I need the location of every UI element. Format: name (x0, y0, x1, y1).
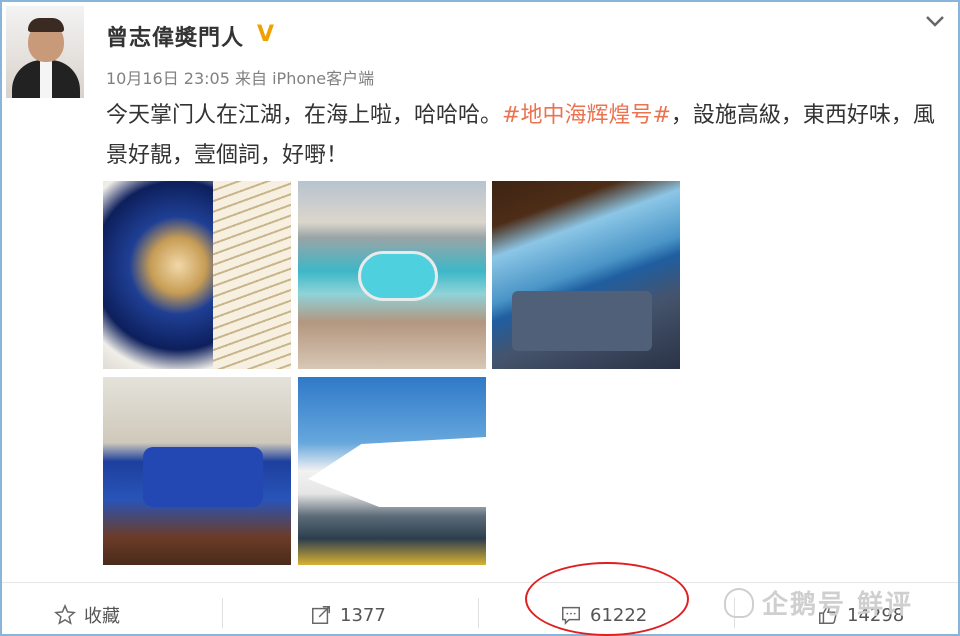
star-icon (54, 604, 76, 626)
watermark: 企鹅号 鲜评 (724, 584, 913, 621)
repost-count: 1377 (340, 604, 386, 626)
avatar[interactable] (6, 6, 84, 98)
avatar-hair (28, 18, 64, 32)
post-source: 来自 iPhone客户端 (235, 69, 375, 88)
action-separator (478, 598, 479, 628)
repost-button[interactable]: 1377 (310, 600, 386, 630)
post-text-part-1: 今天掌门人在江湖，在海上啦，哈哈哈。 (106, 103, 503, 128)
action-separator (222, 598, 223, 628)
post-text: 今天掌门人在江湖，在海上啦，哈哈哈。#地中海辉煌号#，設施高級，東西好味，風景好… (106, 96, 936, 176)
post-image-lounge[interactable] (492, 181, 680, 369)
watermark-text: 企鹅号 鲜评 (762, 590, 914, 620)
favorite-button[interactable]: 收藏 (54, 600, 120, 630)
action-bar-divider (2, 582, 958, 583)
post-meta: 10月16日 23:05 来自 iPhone客户端 (106, 65, 374, 89)
post-image-cabin[interactable] (103, 377, 291, 565)
post-image-pool-deck[interactable] (298, 181, 486, 369)
cabin-sofa-photo (143, 447, 263, 507)
chevron-down-icon[interactable] (924, 10, 946, 32)
weibo-post-card: 曾志偉奬門人 V 10月16日 23:05 来自 iPhone客户端 今天掌门人… (0, 0, 960, 636)
verified-badge-icon: V (257, 22, 275, 47)
avatar-shirt (40, 60, 52, 98)
highlight-circle (525, 562, 689, 636)
post-timestamp[interactable]: 10月16日 23:05 (106, 69, 230, 88)
penguin-logo-icon (724, 587, 754, 618)
staircase-photo (213, 181, 291, 369)
post-image-staircase[interactable] (103, 181, 291, 369)
favorite-label: 收藏 (84, 606, 120, 627)
hashtag-link[interactable]: #地中海辉煌号# (502, 103, 671, 128)
cruise-ship-photo (308, 437, 486, 507)
username[interactable]: 曾志偉奬門人 (106, 20, 244, 52)
share-icon (310, 604, 332, 626)
lounge-photo (512, 291, 652, 351)
post-image-cruise-ship[interactable] (298, 377, 486, 565)
pool-deck-photo (358, 251, 438, 301)
